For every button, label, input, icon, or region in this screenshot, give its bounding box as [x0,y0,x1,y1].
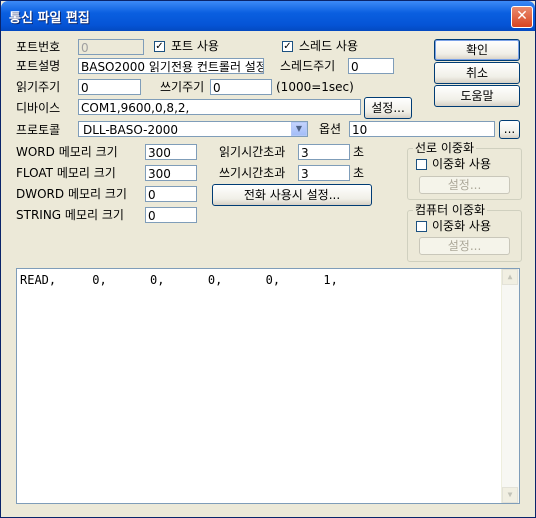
dword-memory-label: DWORD 메모리 크기 [16,187,127,201]
scroll-up-icon[interactable]: ▲ [502,269,518,285]
dialog-window: 통신 파일 편집 ✕ 포트번호 0 ✓ 포트 사용 ✓ 스레드 사용 포트설명 … [0,0,536,518]
option-field[interactable]: 10 [349,121,495,137]
line-redundancy-checkbox[interactable] [416,159,427,170]
word-memory-label: WORD 메모리 크기 [16,145,118,159]
read-timeout-label: 읽기시간초과 [219,145,286,159]
close-button[interactable]: ✕ [511,6,533,28]
option-browse-button[interactable]: ... [499,120,520,139]
script-editor[interactable]: READ, 0, 0, 0, 0, 1, ▲ ▼ [16,268,520,504]
port-use-label: 포트 사용 [171,39,219,53]
read-timeout-unit: 초 [353,145,365,159]
port-description-label: 포트설명 [16,59,61,73]
dword-memory-field[interactable]: 0 [145,186,197,202]
read-period-label: 읽기주기 [16,80,61,94]
port-description-field[interactable]: BASO2000 읽기전용 컨트롤러 설정 [78,58,264,74]
vertical-scrollbar[interactable]: ▲ ▼ [501,269,519,503]
line-redundancy-title: 선로 이중화 [413,141,477,155]
option-label: 옵션 [319,122,342,136]
thread-use-checkbox[interactable]: ✓ [282,41,293,52]
phone-settings-button[interactable]: 전화 사용시 설정... [212,184,372,206]
protocol-selected-value: DLL-BASO-2000 [83,123,179,137]
protocol-select[interactable]: DLL-BASO-2000 [78,121,308,137]
editor-text: READ, 0, 0, 0, 0, 1, [20,273,338,287]
write-timeout-field[interactable]: 3 [298,165,350,181]
thread-period-label: 스레드주기 [280,59,336,73]
pc-redundancy-use-label: 이중화 사용 [432,219,492,233]
ok-button[interactable]: 확인 [434,39,520,61]
window-title: 통신 파일 편집 [9,11,90,26]
write-period-label: 쓰기주기 [160,80,205,94]
help-button[interactable]: 도움말 [434,85,520,107]
thread-use-label: 스레드 사용 [299,39,359,53]
pc-redundancy-settings-button[interactable]: 설정... [419,237,510,255]
title-bar[interactable]: 통신 파일 편집 ✕ [1,1,535,31]
line-redundancy-use-label: 이중화 사용 [432,157,492,171]
chevron-down-icon[interactable]: ▼ [291,122,307,136]
float-memory-field[interactable]: 300 [145,165,197,181]
cancel-button[interactable]: 취소 [434,62,520,84]
device-label: 디바이스 [16,101,61,115]
protocol-label: 프로토콜 [16,123,61,137]
read-timeout-field[interactable]: 3 [298,144,350,160]
string-memory-label: STRING 메모리 크기 [16,208,124,222]
port-use-checkbox[interactable]: ✓ [154,41,165,52]
thread-period-field[interactable]: 0 [348,58,394,74]
pc-redundancy-checkbox[interactable] [416,221,427,232]
device-field[interactable]: COM1,9600,0,8,2, [78,99,361,115]
device-settings-button[interactable]: 설정... [364,97,412,119]
float-memory-label: FLOAT 메모리 크기 [16,166,116,180]
period-unit-note: (1000=1sec) [276,80,354,94]
write-period-field[interactable]: 0 [210,79,272,95]
word-memory-field[interactable]: 300 [145,144,197,160]
line-redundancy-settings-button[interactable]: 설정... [419,176,510,194]
read-period-field[interactable]: 0 [78,79,141,95]
write-timeout-label: 쓰기시간초과 [219,166,286,180]
write-timeout-unit: 초 [353,166,365,180]
port-number-label: 포트번호 [16,40,61,54]
pc-redundancy-title: 컴퓨터 이중화 [413,203,488,217]
scroll-down-icon[interactable]: ▼ [502,487,518,503]
string-memory-field[interactable]: 0 [145,207,197,223]
port-number-field[interactable]: 0 [78,39,144,55]
